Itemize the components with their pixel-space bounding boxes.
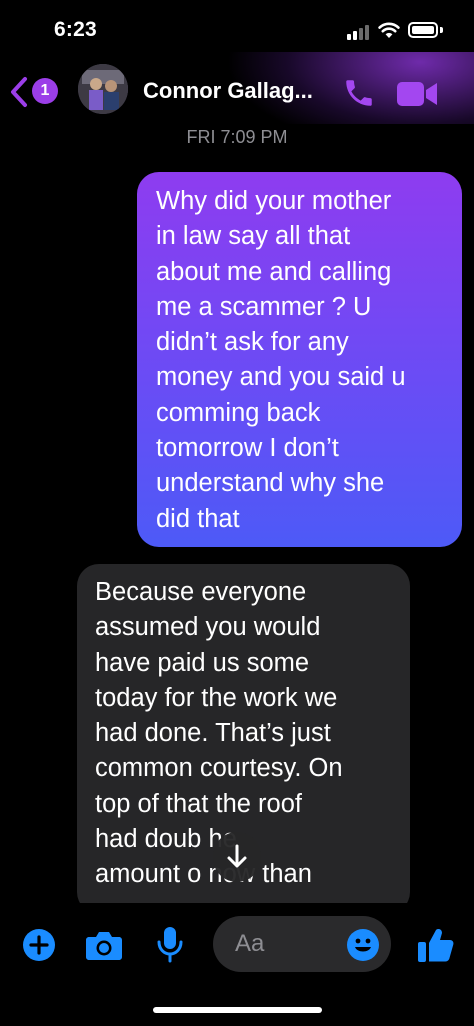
battery-cap xyxy=(440,27,443,33)
contact-avatar[interactable] xyxy=(78,64,128,114)
message-input[interactable]: Aa xyxy=(213,916,391,972)
video-camera-icon[interactable] xyxy=(395,78,439,110)
contact-name[interactable]: Connor Gallag... xyxy=(143,78,313,104)
plus-icon[interactable] xyxy=(22,928,56,962)
back-button[interactable]: 1 xyxy=(10,72,64,112)
wifi-icon xyxy=(378,22,400,38)
sent-message-bubble[interactable]: Why did your mother in law say all that … xyxy=(137,172,462,547)
chevron-left-icon xyxy=(11,77,27,107)
microphone-icon[interactable] xyxy=(156,926,184,964)
conversation-header: 1 Connor Gallag... xyxy=(0,52,474,124)
home-indicator xyxy=(153,1007,322,1013)
message-timestamp: FRI 7:09 PM xyxy=(186,127,288,147)
status-time: 6:23 xyxy=(54,18,97,41)
unread-count-badge: 1 xyxy=(32,78,58,104)
status-bar: 6:23 xyxy=(0,0,474,60)
emoji-icon[interactable] xyxy=(346,928,380,962)
thumbs-up-icon[interactable] xyxy=(417,926,455,964)
avatar-photo-icon xyxy=(78,64,128,114)
camera-icon[interactable] xyxy=(85,929,123,961)
battery-icon xyxy=(408,22,438,38)
message-input-placeholder: Aa xyxy=(235,930,265,957)
cellular-signal-icon xyxy=(347,24,371,40)
phone-icon[interactable] xyxy=(342,76,376,110)
arrow-down-icon xyxy=(227,844,247,868)
scroll-to-bottom-button[interactable] xyxy=(213,832,261,882)
